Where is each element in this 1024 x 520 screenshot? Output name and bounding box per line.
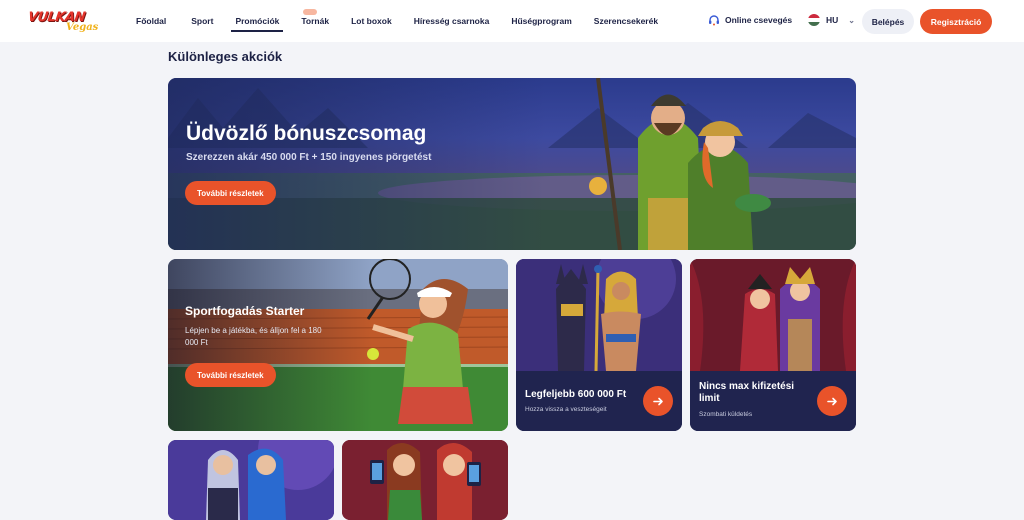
nav-item-hall-of-fame[interactable]: Híresség csarnoka xyxy=(414,0,490,42)
page-title: Különleges akciók xyxy=(168,49,283,64)
nav-item-sport[interactable]: Sport xyxy=(191,0,213,42)
top-header: VULKAN Vegas Főoldal Sport Promóciók Tor… xyxy=(0,0,1024,42)
vulkan-vegas-logo[interactable]: VULKAN Vegas xyxy=(27,8,99,36)
cashback-description: Hozza vissza a veszteségeit xyxy=(525,406,607,413)
sport-title: Sportfogadás Starter xyxy=(185,304,305,318)
sport-starter-card[interactable]: Sportfogadás Starter Lépjen be a játékba… xyxy=(168,259,508,431)
online-chat-link[interactable]: Online csevegés xyxy=(708,14,792,26)
no-limit-info: Nincs max kifizetési limit Szombati küld… xyxy=(690,371,856,431)
cashback-arrow-button[interactable] xyxy=(643,386,673,416)
sport-description: Lépjen be a játékba, és álljon fel a 180… xyxy=(185,326,322,347)
nav-item-wheel[interactable]: Szerencsekerék xyxy=(594,0,658,42)
language-code: HU xyxy=(826,15,839,25)
hungary-flag-icon xyxy=(808,14,820,26)
no-limit-title: Nincs max kifizetési limit xyxy=(699,381,795,404)
promo-card-gamers[interactable] xyxy=(168,440,334,520)
language-selector[interactable]: HU ⌄ xyxy=(808,14,855,26)
register-button[interactable]: Regisztráció xyxy=(920,9,992,34)
gamer-characters-art xyxy=(168,440,334,520)
main-nav: Főoldal Sport Promóciók Tornák Lot boxok… xyxy=(126,0,658,42)
cashback-title: Legfeljebb 600 000 Ft xyxy=(525,389,627,400)
promo-card-mobile[interactable] xyxy=(342,440,508,520)
hero-gradient xyxy=(168,78,547,250)
logo-tagline: Vegas xyxy=(66,22,99,33)
hero-more-details-button[interactable]: További részletek xyxy=(185,181,276,205)
chevron-down-icon: ⌄ xyxy=(848,15,855,25)
nav-item-tournaments[interactable]: Tornák xyxy=(301,0,329,42)
cashback-card[interactable]: Legfeljebb 600 000 Ft Hozza vissza a ves… xyxy=(516,259,682,431)
login-button[interactable]: Belépés xyxy=(862,9,914,34)
arrow-right-icon xyxy=(826,397,837,405)
hero-subtitle: Szerezzen akár 450 000 Ft + 150 ingyenes… xyxy=(186,152,432,163)
nav-item-lootboxes[interactable]: Lot boxok xyxy=(351,0,392,42)
sport-more-details-button[interactable]: További részletek xyxy=(185,363,276,387)
nav-item-promotions[interactable]: Promóciók xyxy=(231,0,284,42)
no-limit-card[interactable]: Nincs max kifizetési limit Szombati küld… xyxy=(690,259,856,431)
no-limit-description: Szombati küldetés xyxy=(699,411,753,418)
hero-title: Üdvözlő bónuszcsomag xyxy=(186,122,427,145)
cashback-info: Legfeljebb 600 000 Ft Hozza vissza a ves… xyxy=(516,371,682,431)
no-limit-arrow-button[interactable] xyxy=(817,386,847,416)
headset-icon xyxy=(709,15,719,26)
circus-performers-art xyxy=(690,259,856,371)
chat-label: Online csevegés xyxy=(725,15,793,25)
welcome-bonus-card[interactable]: Üdvözlő bónuszcsomag Szerezzen akár 450 … xyxy=(168,78,856,250)
mobile-app-characters-art xyxy=(342,440,508,520)
nav-item-home[interactable]: Főoldal xyxy=(136,0,166,42)
arrow-right-icon xyxy=(652,397,663,405)
egyptian-gods-art xyxy=(516,259,682,371)
new-badge xyxy=(303,9,318,15)
nav-item-loyalty[interactable]: Hűségprogram xyxy=(511,0,571,42)
nav-item-label: Tornák xyxy=(301,16,330,26)
